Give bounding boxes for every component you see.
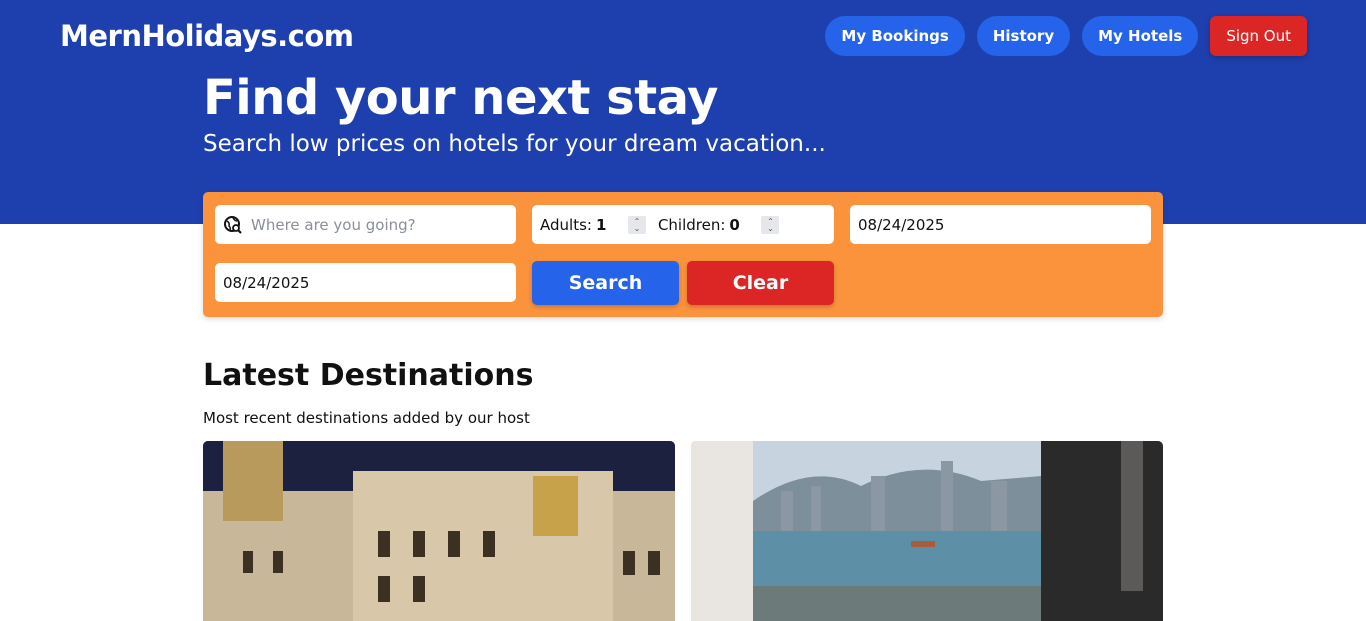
history-button[interactable]: History — [976, 16, 1071, 56]
hotel-night-photo — [203, 441, 675, 621]
hero-banner: MernHolidays.com My Bookings History My … — [0, 0, 1366, 224]
check-in-date-field[interactable]: 08/24/2025 — [850, 205, 1151, 244]
check-out-date-field[interactable]: 08/24/2025 — [215, 263, 516, 302]
harbor-view-photo — [691, 441, 1163, 621]
my-bookings-button[interactable]: My Bookings — [825, 16, 965, 56]
latest-destinations-title: Latest Destinations — [203, 358, 534, 393]
destination-card-image[interactable] — [691, 441, 1163, 621]
search-panel: Where are you going? Adults: 1 ⌃ ⌄ Childr… — [203, 192, 1163, 317]
globe-search-icon — [223, 215, 243, 235]
children-value[interactable]: 0 — [729, 216, 761, 234]
top-nav: My Bookings History My Hotels Sign Out — [825, 16, 1307, 56]
destination-card-image[interactable] — [203, 441, 675, 621]
sign-out-button[interactable]: Sign Out — [1210, 16, 1307, 56]
adults-label: Adults: — [540, 215, 592, 234]
children-stepper-icon[interactable]: ⌃ ⌄ — [761, 215, 780, 234]
search-button[interactable]: Search — [532, 261, 679, 305]
clear-button[interactable]: Clear — [687, 261, 834, 305]
my-hotels-button[interactable]: My Hotels — [1082, 16, 1199, 56]
destination-placeholder: Where are you going? — [251, 215, 416, 234]
destination-field[interactable]: Where are you going? — [215, 205, 516, 244]
site-logo[interactable]: MernHolidays.com — [60, 19, 354, 53]
adults-value[interactable]: 1 — [596, 216, 628, 234]
adults-stepper-icon[interactable]: ⌃ ⌄ — [627, 215, 646, 234]
page-subtitle: Search low prices on hotels for your dre… — [203, 131, 826, 157]
children-label: Children: — [657, 215, 726, 234]
guests-field: Adults: 1 ⌃ ⌄ Children: 0 ⌃ ⌄ — [532, 205, 834, 244]
page-title: Find your next stay — [203, 70, 718, 126]
latest-destinations-subtitle: Most recent destinations added by our ho… — [203, 409, 530, 427]
